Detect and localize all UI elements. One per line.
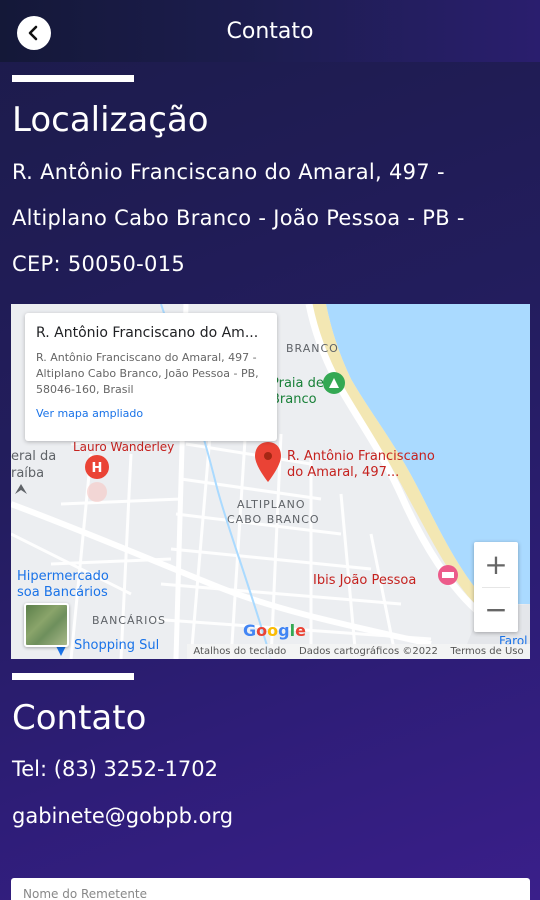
address-line-1: R. Antônio Franciscano do Amaral, 497 - xyxy=(12,160,445,184)
section-divider xyxy=(12,75,134,82)
sender-name-input[interactable]: Nome do Remetente xyxy=(11,878,530,900)
address-line-3: CEP: 50050-015 xyxy=(12,252,186,276)
zoom-out-button[interactable]: − xyxy=(474,587,518,632)
phone-number[interactable]: Tel: (83) 3252-1702 xyxy=(12,757,218,781)
embedded-map[interactable]: H BRANCO Praia de Branco Lauro Wanderley… xyxy=(11,304,530,659)
email-address[interactable]: gabinete@gobpb.org xyxy=(12,804,233,828)
map-label-cabo-branco: BRANCO xyxy=(286,342,339,355)
map-label-hiper-1: Hipermercado xyxy=(17,569,109,584)
map-label-bancarios: BANCÁRIOS xyxy=(92,614,166,627)
section-divider xyxy=(12,673,134,680)
location-heading: Localização xyxy=(12,100,209,140)
map-data-credit: Dados cartográficos ©2022 xyxy=(299,646,438,657)
contact-heading: Contato xyxy=(12,698,147,738)
page-title: Contato xyxy=(226,19,314,44)
map-label-left-1: eral da xyxy=(11,449,56,464)
keyboard-shortcuts-link[interactable]: Atalhos do teclado xyxy=(193,646,286,657)
map-label-lauro: Lauro Wanderley xyxy=(73,440,174,454)
map-label-praia-1: Praia de xyxy=(271,376,324,391)
map-label-ibis: Ibis João Pessoa xyxy=(313,573,416,588)
map-label-shopping: Shopping Sul xyxy=(74,638,159,653)
satellite-toggle[interactable] xyxy=(24,603,69,647)
map-label-pin-1: R. Antônio Franciscano xyxy=(287,449,435,464)
map-label-altiplano-1: ALTIPLANO xyxy=(237,498,306,511)
svg-text:H: H xyxy=(92,461,103,476)
map-label-pin-2: do Amaral, 497... xyxy=(287,465,399,480)
view-larger-map-link[interactable]: Ver mapa ampliado xyxy=(36,407,267,420)
info-card-title: R. Antônio Franciscano do Am... xyxy=(36,325,259,341)
map-label-altiplano-2: CABO BRANCO xyxy=(227,513,320,526)
zoom-in-button[interactable]: + xyxy=(474,542,518,587)
map-footer: Atalhos do teclado Dados cartográficos ©… xyxy=(187,644,530,659)
top-bar: Contato xyxy=(0,0,540,62)
zoom-divider xyxy=(482,587,510,588)
map-label-praia-2: Branco xyxy=(271,392,317,407)
google-logo: Google xyxy=(243,621,306,640)
zoom-control: + − xyxy=(474,542,518,632)
address-line-2: Altiplano Cabo Branco - João Pessoa - PB… xyxy=(12,206,465,230)
terms-link[interactable]: Termos de Uso xyxy=(451,646,524,657)
map-label-left-2: raíba xyxy=(11,466,44,481)
info-card-address: R. Antônio Franciscano do Amaral, 497 - … xyxy=(36,351,259,396)
map-info-card: R. Antônio Franciscano do Am... R. Antôn… xyxy=(25,313,277,441)
map-label-hiper-2: soa Bancários xyxy=(17,585,108,600)
